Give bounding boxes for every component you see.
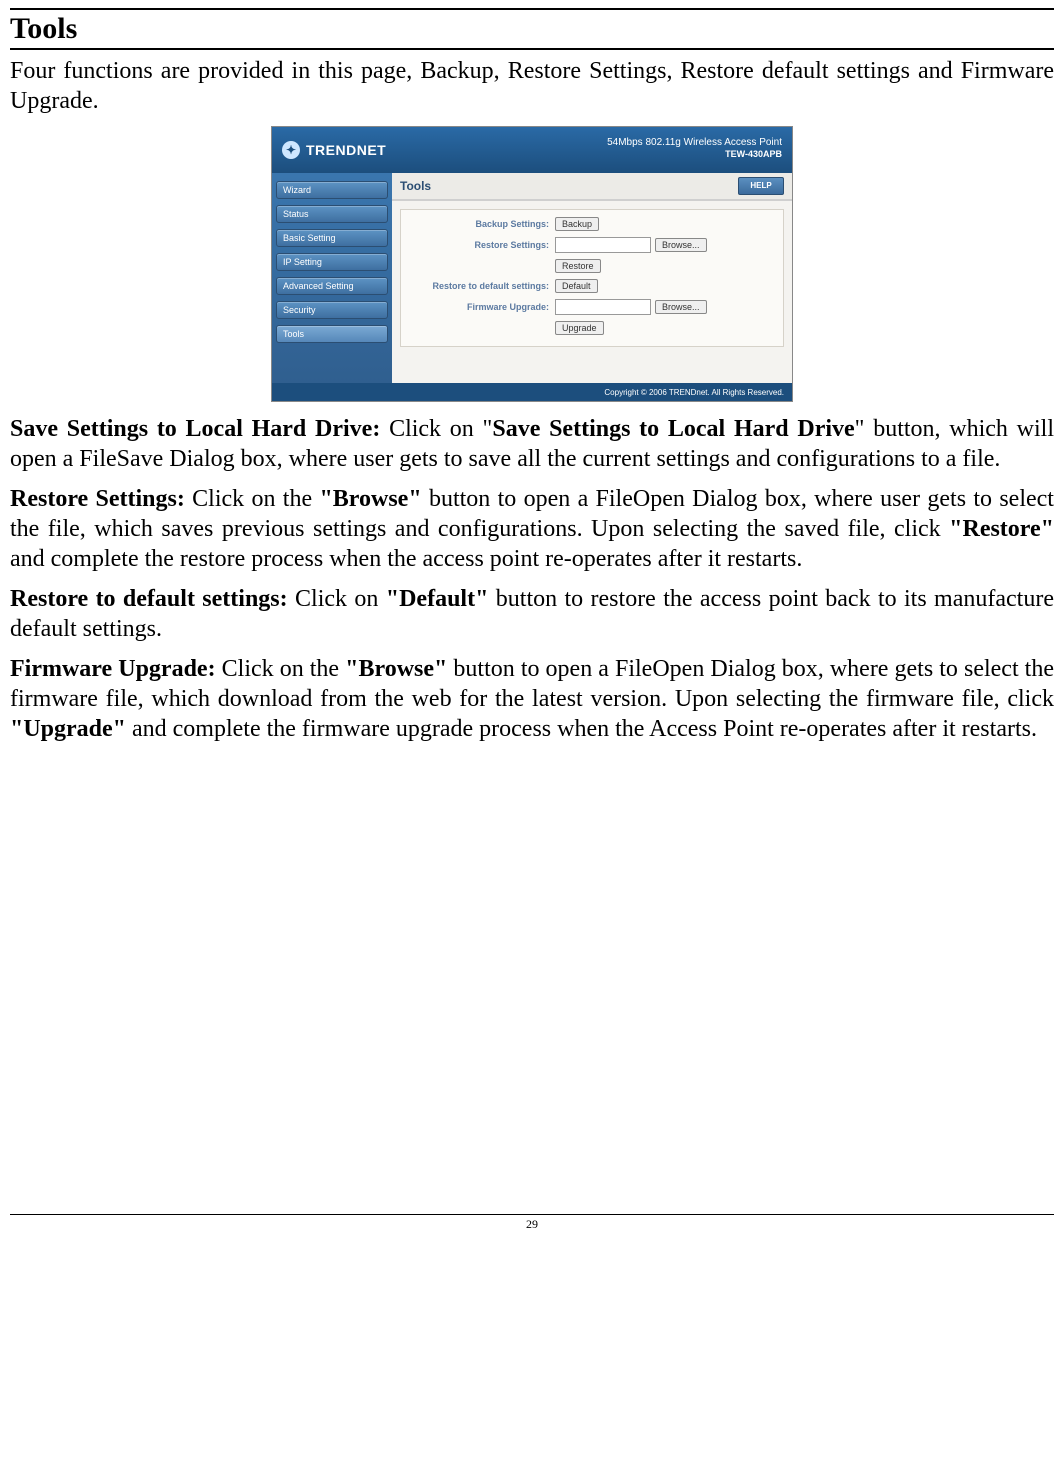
help-button[interactable]: HELP	[738, 177, 784, 195]
t-restore-1: Click on the	[192, 486, 319, 512]
t-save-1: Click on "	[389, 416, 492, 442]
page-number: 29	[10, 1217, 1054, 1232]
t-restore-3: and complete the restore process when th…	[10, 546, 802, 572]
tools-title: Tools	[400, 179, 431, 193]
sidebar-item-status[interactable]: Status	[276, 205, 388, 223]
main-panel: Tools HELP Backup Settings: Backup Resto…	[392, 173, 792, 383]
footer-rule	[10, 1214, 1054, 1215]
lead-default: Restore to default settings:	[10, 586, 295, 612]
lead-restore: Restore Settings:	[10, 486, 192, 512]
title-underline-rule	[10, 48, 1054, 50]
label-backup: Backup Settings:	[409, 219, 555, 229]
backup-button[interactable]: Backup	[555, 217, 599, 231]
screenshot-footer: Copyright © 2006 TRENDnet. All Rights Re…	[272, 383, 792, 401]
row-backup: Backup Settings: Backup	[401, 214, 783, 234]
sidebar-item-security[interactable]: Security	[276, 301, 388, 319]
t-firmware-3: and complete the firmware upgrade proces…	[126, 716, 1037, 742]
bold-default-1: "Default"	[386, 586, 489, 612]
bold-restore-2: "Restore"	[949, 516, 1054, 542]
screenshot: ✦ TRENDNET 54Mbps 802.11g Wireless Acces…	[271, 126, 793, 402]
bold-firmware-1: "Browse"	[345, 656, 447, 682]
sidebar-item-ip-setting[interactable]: IP Setting	[276, 253, 388, 271]
brand-logo-icon: ✦	[282, 141, 300, 159]
default-button[interactable]: Default	[555, 279, 598, 293]
lead-firmware: Firmware Upgrade:	[10, 656, 222, 682]
para-save-settings: Save Settings to Local Hard Drive: Click…	[10, 414, 1054, 474]
row-upgrade-submit: Upgrade	[401, 318, 783, 338]
intro-paragraph: Four functions are provided in this page…	[10, 56, 1054, 116]
page-title: Tools	[10, 12, 1054, 46]
t-firmware-1: Click on the	[222, 656, 346, 682]
screenshot-figure: ✦ TRENDNET 54Mbps 802.11g Wireless Acces…	[10, 126, 1054, 402]
bold-restore-1: "Browse"	[319, 486, 421, 512]
lead-save: Save Settings to Local Hard Drive:	[10, 416, 389, 442]
label-default: Restore to default settings:	[409, 281, 555, 291]
para-firmware-upgrade: Firmware Upgrade: Click on the "Browse" …	[10, 654, 1054, 744]
para-restore-default: Restore to default settings: Click on "D…	[10, 584, 1054, 644]
firmware-file-input[interactable]	[555, 299, 651, 315]
model-number: TEW-430APB	[607, 149, 782, 160]
top-rule	[10, 8, 1054, 10]
restore-browse-button[interactable]: Browse...	[655, 238, 707, 252]
page-footer: 29	[10, 1214, 1054, 1232]
para-restore-settings: Restore Settings: Click on the "Browse" …	[10, 484, 1054, 574]
sidebar-item-basic-setting[interactable]: Basic Setting	[276, 229, 388, 247]
screenshot-body: Wizard Status Basic Setting IP Setting A…	[272, 173, 792, 383]
upgrade-button[interactable]: Upgrade	[555, 321, 604, 335]
label-restore: Restore Settings:	[409, 240, 555, 250]
bold-save-1: Save Settings to Local Hard Drive	[492, 416, 854, 442]
tools-titlebar: Tools HELP	[392, 173, 792, 201]
bold-firmware-2: "Upgrade"	[10, 716, 126, 742]
row-restore-submit: Restore	[401, 256, 783, 276]
tagline: 54Mbps 802.11g Wireless Access Point TEW…	[607, 137, 782, 160]
row-default: Restore to default settings: Default	[401, 276, 783, 296]
sidebar-item-wizard[interactable]: Wizard	[276, 181, 388, 199]
label-firmware: Firmware Upgrade:	[409, 302, 555, 312]
tagline-text: 54Mbps 802.11g Wireless Access Point	[607, 137, 782, 149]
sidebar-item-advanced-setting[interactable]: Advanced Setting	[276, 277, 388, 295]
restore-button[interactable]: Restore	[555, 259, 601, 273]
t-default-1: Click on	[295, 586, 386, 612]
tools-form: Backup Settings: Backup Restore Settings…	[400, 209, 784, 347]
sidebar-item-tools[interactable]: Tools	[276, 325, 388, 343]
row-restore-file: Restore Settings: Browse...	[401, 234, 783, 256]
restore-file-input[interactable]	[555, 237, 651, 253]
firmware-browse-button[interactable]: Browse...	[655, 300, 707, 314]
screenshot-header: ✦ TRENDNET 54Mbps 802.11g Wireless Acces…	[272, 127, 792, 173]
sidebar-nav: Wizard Status Basic Setting IP Setting A…	[272, 173, 392, 383]
row-firmware-file: Firmware Upgrade: Browse...	[401, 296, 783, 318]
brand-name: TRENDNET	[306, 142, 386, 158]
